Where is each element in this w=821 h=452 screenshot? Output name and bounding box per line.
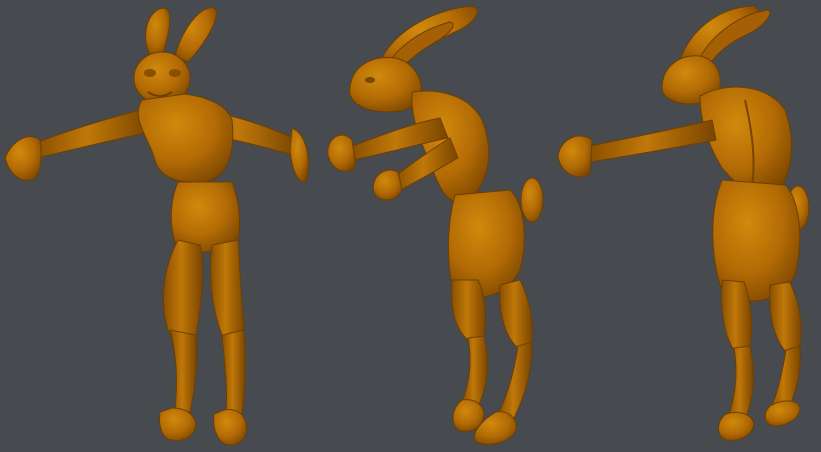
3d-viewport[interactable] — [0, 0, 821, 452]
